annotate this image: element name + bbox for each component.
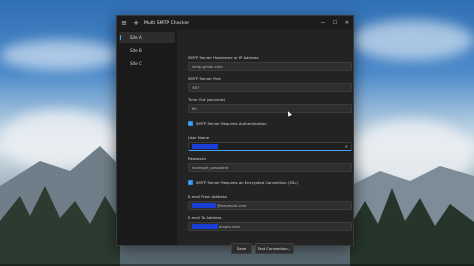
to-label: E-mail To Address bbox=[188, 215, 222, 220]
auth-checkbox[interactable]: ✓ bbox=[188, 121, 193, 126]
password-label: Password bbox=[188, 156, 206, 161]
to-value: ample.com bbox=[219, 223, 241, 229]
port-field-group: SMTP Server Port 587 bbox=[188, 76, 352, 92]
hamburger-icon[interactable]: ≡ bbox=[117, 16, 131, 30]
window-title: Multi SMTP Checker bbox=[144, 20, 190, 26]
from-value: @example.com bbox=[217, 202, 247, 208]
maximize-button[interactable]: ☐ bbox=[329, 16, 341, 30]
username-label: User Name bbox=[188, 135, 210, 140]
from-input[interactable]: @example.com bbox=[188, 200, 352, 210]
cloud bbox=[350, 20, 474, 60]
clear-icon[interactable]: ✕ bbox=[345, 143, 348, 151]
timeout-label: Time Out (seconds) bbox=[188, 97, 226, 102]
sidebar: Site A Site B Site C bbox=[117, 30, 177, 245]
to-field-group: E-mail To Address ample.com bbox=[188, 215, 352, 231]
ssl-checkbox-row[interactable]: ✓ SMTP Server Requires an Encrypted Conn… bbox=[188, 180, 298, 185]
host-label: SMTP Server Hostname or IP Address bbox=[188, 55, 259, 60]
close-button[interactable]: ✕ bbox=[341, 16, 353, 30]
sidebar-item-label: Site C bbox=[130, 61, 142, 66]
auth-checkbox-row[interactable]: ✓ SMTP Server Requires Authentication bbox=[188, 121, 267, 126]
auth-checkbox-label: SMTP Server Requires Authentication bbox=[196, 121, 267, 126]
host-field-group: SMTP Server Hostname or IP Address smtp.… bbox=[188, 55, 352, 71]
app-window: ≡ + Multi SMTP Checker — ☐ ✕ Site A Site… bbox=[116, 15, 354, 254]
sidebar-item-site-b[interactable]: Site B bbox=[119, 45, 175, 56]
minimize-button[interactable]: — bbox=[317, 16, 329, 30]
from-field-group: E-mail From Address @example.com bbox=[188, 194, 352, 210]
redaction-mark bbox=[192, 144, 218, 149]
timeout-input[interactable]: 60 bbox=[188, 103, 352, 113]
to-input[interactable]: ample.com bbox=[188, 221, 352, 231]
password-field-group: Password example_password bbox=[188, 156, 352, 172]
save-button[interactable]: Save bbox=[231, 243, 252, 254]
plus-icon: + bbox=[133, 19, 139, 27]
ssl-checkbox-label: SMTP Server Requires an Encrypted Connec… bbox=[196, 180, 298, 185]
from-label: E-mail From Address bbox=[188, 194, 227, 199]
password-input[interactable]: example_password bbox=[188, 162, 352, 172]
username-field-group: User Name ✕ bbox=[188, 135, 352, 151]
sidebar-item-site-c[interactable]: Site C bbox=[119, 58, 175, 69]
redaction-mark bbox=[192, 203, 216, 208]
settings-form: SMTP Server Hostname or IP Address smtp.… bbox=[177, 30, 353, 254]
title-bar[interactable]: ≡ + Multi SMTP Checker — ☐ ✕ bbox=[117, 16, 353, 30]
username-input[interactable]: ✕ bbox=[188, 141, 352, 151]
sidebar-item-label: Site A bbox=[130, 35, 142, 40]
port-input[interactable]: 587 bbox=[188, 82, 352, 92]
port-label: SMTP Server Port bbox=[188, 76, 221, 81]
host-input[interactable]: smtp.gmail.com bbox=[188, 61, 352, 71]
redaction-mark bbox=[192, 224, 218, 229]
test-connection-button[interactable]: Test Connection... bbox=[255, 243, 294, 254]
ssl-checkbox[interactable]: ✓ bbox=[188, 180, 193, 185]
cloud bbox=[0, 40, 120, 70]
sidebar-item-site-a[interactable]: Site A bbox=[119, 32, 175, 43]
timeout-field-group: Time Out (seconds) 60 bbox=[188, 97, 352, 113]
sidebar-item-label: Site B bbox=[130, 48, 142, 53]
